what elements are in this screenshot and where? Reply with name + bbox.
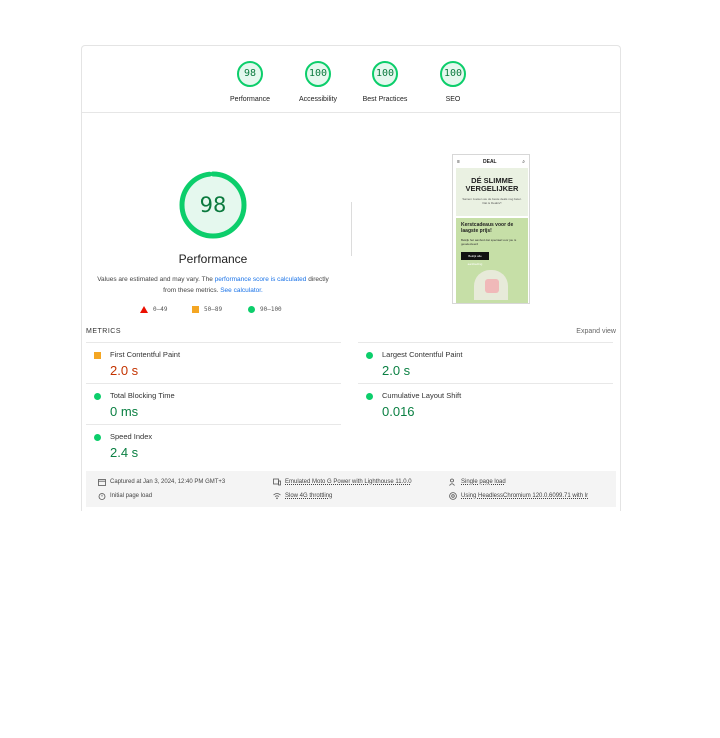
metric-name: Cumulative Layout Shift	[382, 391, 462, 400]
metric-first-contentful-paint: First Contentful Paint 2.0 s	[86, 342, 341, 383]
score-gauges: 98 Performance 100 Accessibility 100 Bes…	[82, 46, 620, 113]
wifi-icon	[273, 493, 281, 500]
network-throttling[interactable]: Slow 4G throttling	[273, 492, 332, 500]
browser-text: Using HeadlessChromium 120.0.6099.71 wit…	[461, 493, 589, 499]
note-text: Values are estimated and may vary. The	[97, 276, 215, 283]
metric-value: 0 ms	[110, 404, 139, 419]
divider	[351, 202, 352, 256]
score-legend: 0–49 50–89 90–100	[82, 306, 344, 316]
metric-name: Speed Index	[110, 432, 153, 441]
performance-note: Values are estimated and may vary. The p…	[96, 274, 330, 296]
metric-name: Total Blocking Time	[110, 391, 175, 400]
runtime-settings: Captured at Jan 3, 2024, 12:40 PM GMT+3 …	[86, 471, 616, 507]
square-icon	[192, 306, 199, 313]
throttling-text: Slow 4G throttling	[285, 493, 333, 499]
session-text: Single page load	[461, 479, 506, 485]
devices-icon	[273, 478, 281, 486]
promo-text: Bekijk het aanbod dat speciaal voor jou …	[461, 238, 517, 246]
hero-subtitle: Samen zoeken we de beste deals nog beter…	[462, 197, 522, 205]
screenshot-promo: Kerstcadeaus voor de laagste prijs! Beki…	[456, 218, 528, 303]
chrome-icon	[449, 492, 457, 500]
screenshot-hero: DÉ SLIMME VERGELIJKER Samen zoeken we de…	[456, 168, 528, 216]
legend-pass: 90–100	[248, 306, 282, 313]
circle-icon	[248, 306, 255, 313]
screenshot-brand: DEAL	[483, 159, 497, 165]
legend-average-label: 50–89	[204, 306, 223, 313]
promo-button: Bekijk alle aanbieding	[461, 252, 489, 266]
legend-fail-label: 0–49	[153, 306, 168, 313]
browser-info[interactable]: Using HeadlessChromium 120.0.6099.71 wit…	[449, 492, 588, 500]
lighthouse-report: 98 Performance 100 Accessibility 100 Bes…	[81, 45, 621, 511]
gauge-score: 100	[443, 68, 463, 79]
emulated-device[interactable]: Emulated Moto G Power with Lighthouse 11…	[273, 478, 412, 486]
circle-icon	[94, 434, 101, 441]
device-text: Emulated Moto G Power with Lighthouse 11…	[285, 479, 412, 485]
initial-text: Initial page load	[110, 493, 153, 499]
metrics-header: METRICS Expand view	[86, 328, 616, 340]
metric-name: Largest Contentful Paint	[382, 350, 463, 359]
performance-title: Performance	[178, 252, 248, 266]
circle-icon	[94, 393, 101, 400]
captured-text: Captured at Jan 3, 2024, 12:40 PM GMT+3	[110, 479, 226, 485]
see-calculator-link[interactable]: See calculator.	[220, 287, 263, 294]
gauge-seo[interactable]: 100 SEO	[413, 60, 493, 103]
menu-icon: ≡	[457, 159, 460, 165]
metric-value: 2.0 s	[382, 363, 411, 378]
captured-at: Captured at Jan 3, 2024, 12:40 PM GMT+3	[98, 478, 225, 486]
metric-value: 0.016	[382, 404, 415, 419]
metric-value: 2.4 s	[110, 445, 139, 460]
performance-score: 98	[199, 193, 227, 217]
metric-speed-index: Speed Index 2.4 s	[86, 424, 341, 465]
timer-icon	[98, 493, 106, 500]
metrics-title: METRICS	[86, 328, 121, 335]
hero-title: DÉ SLIMME VERGELIJKER	[465, 176, 519, 193]
circle-icon	[366, 393, 373, 400]
circle-icon	[366, 352, 373, 359]
screenshot-header: ≡ DEAL ⌕	[457, 159, 525, 167]
gift-image	[474, 270, 508, 300]
legend-fail: 0–49	[140, 306, 167, 313]
legend-average: 50–89	[192, 306, 222, 313]
initial-load: Initial page load	[98, 492, 152, 500]
score-calculated-link[interactable]: performance score is calculated	[215, 276, 307, 283]
metric-total-blocking-time: Total Blocking Time 0 ms	[86, 383, 341, 424]
triangle-icon	[140, 306, 148, 313]
session-type[interactable]: Single page load	[449, 478, 506, 486]
gift-icon	[485, 279, 499, 293]
search-icon: ⌕	[522, 159, 525, 165]
metric-value: 2.0 s	[110, 363, 139, 378]
square-icon	[94, 352, 101, 359]
calendar-icon	[98, 479, 106, 486]
metric-largest-contentful-paint: Largest Contentful Paint 2.0 s	[358, 342, 613, 383]
expand-view-button[interactable]: Expand view	[576, 328, 616, 335]
gauge-label: SEO	[445, 96, 461, 103]
metric-name: First Contentful Paint	[110, 350, 181, 359]
person-icon	[449, 478, 455, 486]
metric-cumulative-layout-shift: Cumulative Layout Shift 0.016	[358, 383, 613, 424]
legend-pass-label: 90–100	[260, 306, 282, 313]
promo-title: Kerstcadeaus voor de laagste prijs!	[461, 222, 514, 234]
final-screenshot[interactable]: ≡ DEAL ⌕ DÉ SLIMME VERGELIJKER Samen zoe…	[452, 154, 530, 304]
